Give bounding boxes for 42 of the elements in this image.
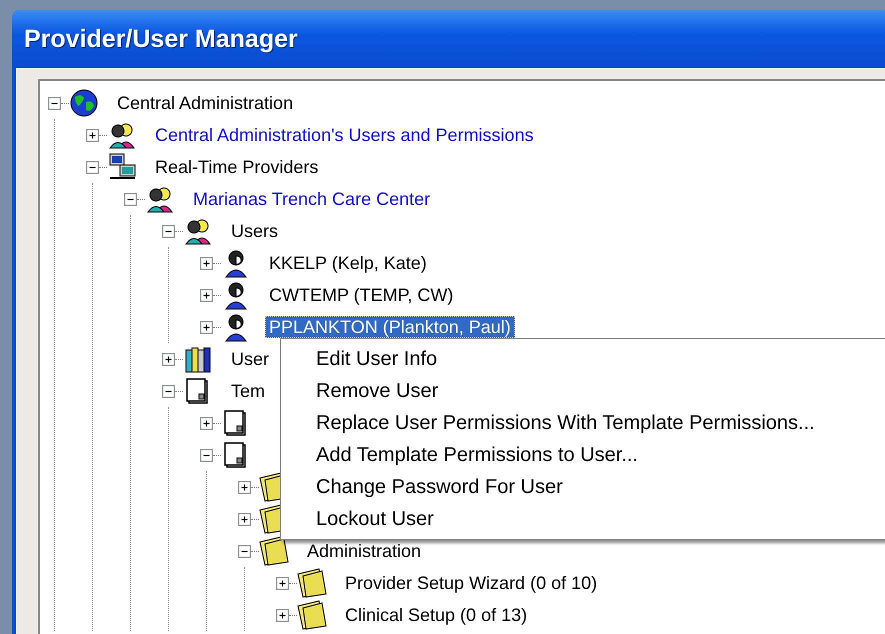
expand-icon[interactable]: [200, 288, 213, 302]
tree-item[interactable]: CWTEMP (TEMP, CW): [265, 284, 458, 306]
tree-item[interactable]: Tem: [227, 380, 270, 402]
tree-item[interactable]: User: [227, 348, 274, 370]
expand-icon[interactable]: [238, 480, 251, 494]
menu-item[interactable]: Replace User Permissions With Template Permissions...: [281, 407, 885, 439]
tree-item[interactable]: Marianas Trench Care Center: [189, 188, 434, 210]
tree-item[interactable]: Provider Setup Wizard (0 of 10): [341, 572, 602, 594]
expand-icon[interactable]: [276, 576, 289, 590]
tree-item[interactable]: Central Administration's Users and Permissions: [151, 124, 538, 146]
expand-icon[interactable]: [200, 256, 213, 270]
menu-item[interactable]: Edit User Info: [281, 343, 885, 375]
computers-icon: [107, 152, 137, 182]
expand-icon[interactable]: [162, 352, 175, 366]
menu-item[interactable]: Remove User: [281, 375, 885, 407]
expand-icon[interactable]: [86, 128, 99, 142]
folder-icon: [297, 600, 327, 630]
menu-item[interactable]: Change Password For User: [281, 471, 885, 503]
expand-icon[interactable]: [276, 608, 289, 622]
collapse-icon[interactable]: [162, 224, 175, 238]
collapse-icon[interactable]: [238, 544, 251, 558]
tree-item[interactable]: Clinical Setup (0 of 13): [341, 604, 532, 626]
folder-icon: [259, 536, 289, 566]
expand-icon[interactable]: [200, 416, 213, 430]
globe-icon: [69, 88, 99, 118]
tree-item[interactable]: PPLANKTON (Plankton, Paul): [265, 316, 515, 338]
expand-icon[interactable]: [238, 512, 251, 526]
tree-item[interactable]: Real-Time Providers: [151, 156, 322, 178]
folder-icon: [297, 568, 327, 598]
tree-item[interactable]: KKELP (Kelp, Kate): [265, 252, 431, 274]
tree-item[interactable]: Central Administration: [113, 92, 298, 114]
collapse-icon[interactable]: [162, 384, 175, 398]
menu-item[interactable]: Add Template Permissions to User...: [281, 439, 885, 471]
window-title: Provider/User Manager: [24, 24, 298, 54]
collapse-icon[interactable]: [124, 192, 137, 206]
menu-item[interactable]: Lockout User: [281, 503, 885, 535]
tree-item[interactable]: Administration: [303, 540, 426, 562]
tree-item[interactable]: Users: [227, 220, 282, 242]
collapse-icon[interactable]: [200, 448, 213, 462]
expand-icon[interactable]: [200, 320, 213, 334]
collapse-icon[interactable]: [48, 96, 61, 110]
collapse-icon[interactable]: [86, 160, 99, 174]
